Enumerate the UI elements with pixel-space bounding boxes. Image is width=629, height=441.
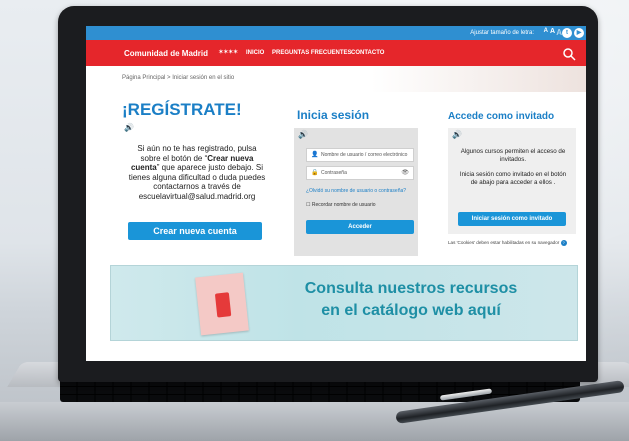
twitter-icon[interactable]: t <box>562 28 572 38</box>
catalog-line-2: en el catálogo web aquí <box>321 302 501 319</box>
laptop-base-front <box>0 402 629 441</box>
username-placeholder: Nombre de usuario / correo electrónico <box>321 152 408 158</box>
breadcrumb[interactable]: Página Principal > Iniciar sesión en el … <box>122 75 234 81</box>
guest-paragraph-2: Inicia sesión como invitado en el botón … <box>459 171 567 186</box>
remember-checkbox[interactable]: ☐ <box>306 202 310 208</box>
eye-icon[interactable]: 👁 <box>401 169 409 176</box>
font-size-small-button[interactable]: A <box>544 28 548 34</box>
nav-link-inicio[interactable]: INICIO <box>246 50 264 56</box>
font-size-label: Ajustar tamaño de letra: <box>470 30 534 36</box>
password-placeholder: Contraseña <box>321 170 347 176</box>
font-size-medium-button[interactable]: A <box>550 28 555 35</box>
guest-login-button[interactable]: Iniciar sesión como invitado <box>458 212 566 226</box>
catalog-line-1: Consulta nuestros recursos <box>304 280 518 297</box>
nav-link-preguntas[interactable]: PREGUNTAS FRECUENTES <box>272 50 352 56</box>
catalog-banner[interactable]: Consulta nuestros recursos en el catálog… <box>110 265 578 341</box>
help-icon[interactable]: ? <box>560 240 567 246</box>
login-box: 🔊 👤 Nombre de usuario / correo electróni… <box>294 128 418 256</box>
cookies-note: Las 'Cookies' deben estar habilitadas en… <box>448 240 567 246</box>
create-account-button[interactable]: Crear nueva cuenta <box>128 222 262 240</box>
header-banner-image <box>371 66 586 92</box>
speaker-icon[interactable]: 🔊 <box>298 130 308 139</box>
remember-label: Recordar nombre de usuario <box>311 202 376 208</box>
password-field[interactable]: 🔒 Contraseña 👁 <box>306 166 414 180</box>
brochure-image <box>195 272 249 336</box>
register-description: Si aún no te has registrado, pulsa sobre… <box>128 144 266 201</box>
guest-paragraph-1: Algunos cursos permiten el acceso de inv… <box>460 148 566 163</box>
lock-icon: 🔒 <box>311 170 319 176</box>
login-title: Inicia sesión <box>297 108 370 122</box>
youtube-icon[interactable]: ▶ <box>574 28 584 38</box>
utility-bar: Ajustar tamaño de letra: A A A t ▶ <box>86 26 586 40</box>
user-icon: 👤 <box>311 152 319 158</box>
speaker-icon[interactable]: 🔊 <box>452 130 462 139</box>
login-button[interactable]: Acceder <box>306 220 414 234</box>
username-field[interactable]: 👤 Nombre de usuario / correo electrónico <box>306 148 414 162</box>
speaker-icon[interactable]: 🔊 <box>124 123 134 132</box>
remember-username[interactable]: ☐ Recordar nombre de usuario <box>306 202 376 208</box>
main-nav: Comunidad de Madrid ✶✶✶✶ INICIO PREGUNTA… <box>86 40 586 66</box>
nav-link-contacto[interactable]: CONTACTO <box>351 50 384 56</box>
guest-title: Accede como invitado <box>448 111 555 122</box>
phone-illustration <box>214 292 232 318</box>
browser-screen: Ajustar tamaño de letra: A A A t ▶ Comun… <box>86 26 586 361</box>
guest-box: 🔊 Algunos cursos permiten el acceso de i… <box>448 128 576 234</box>
forgot-password-link[interactable]: ¿Olvidó su nombre de usuario o contraseñ… <box>306 188 406 194</box>
register-title: ¡REGÍSTRATE! <box>122 100 242 119</box>
brand-stars-icon: ✶✶✶✶ <box>218 49 238 56</box>
search-icon[interactable] <box>562 47 576 61</box>
brand-name[interactable]: Comunidad de Madrid <box>124 49 208 58</box>
